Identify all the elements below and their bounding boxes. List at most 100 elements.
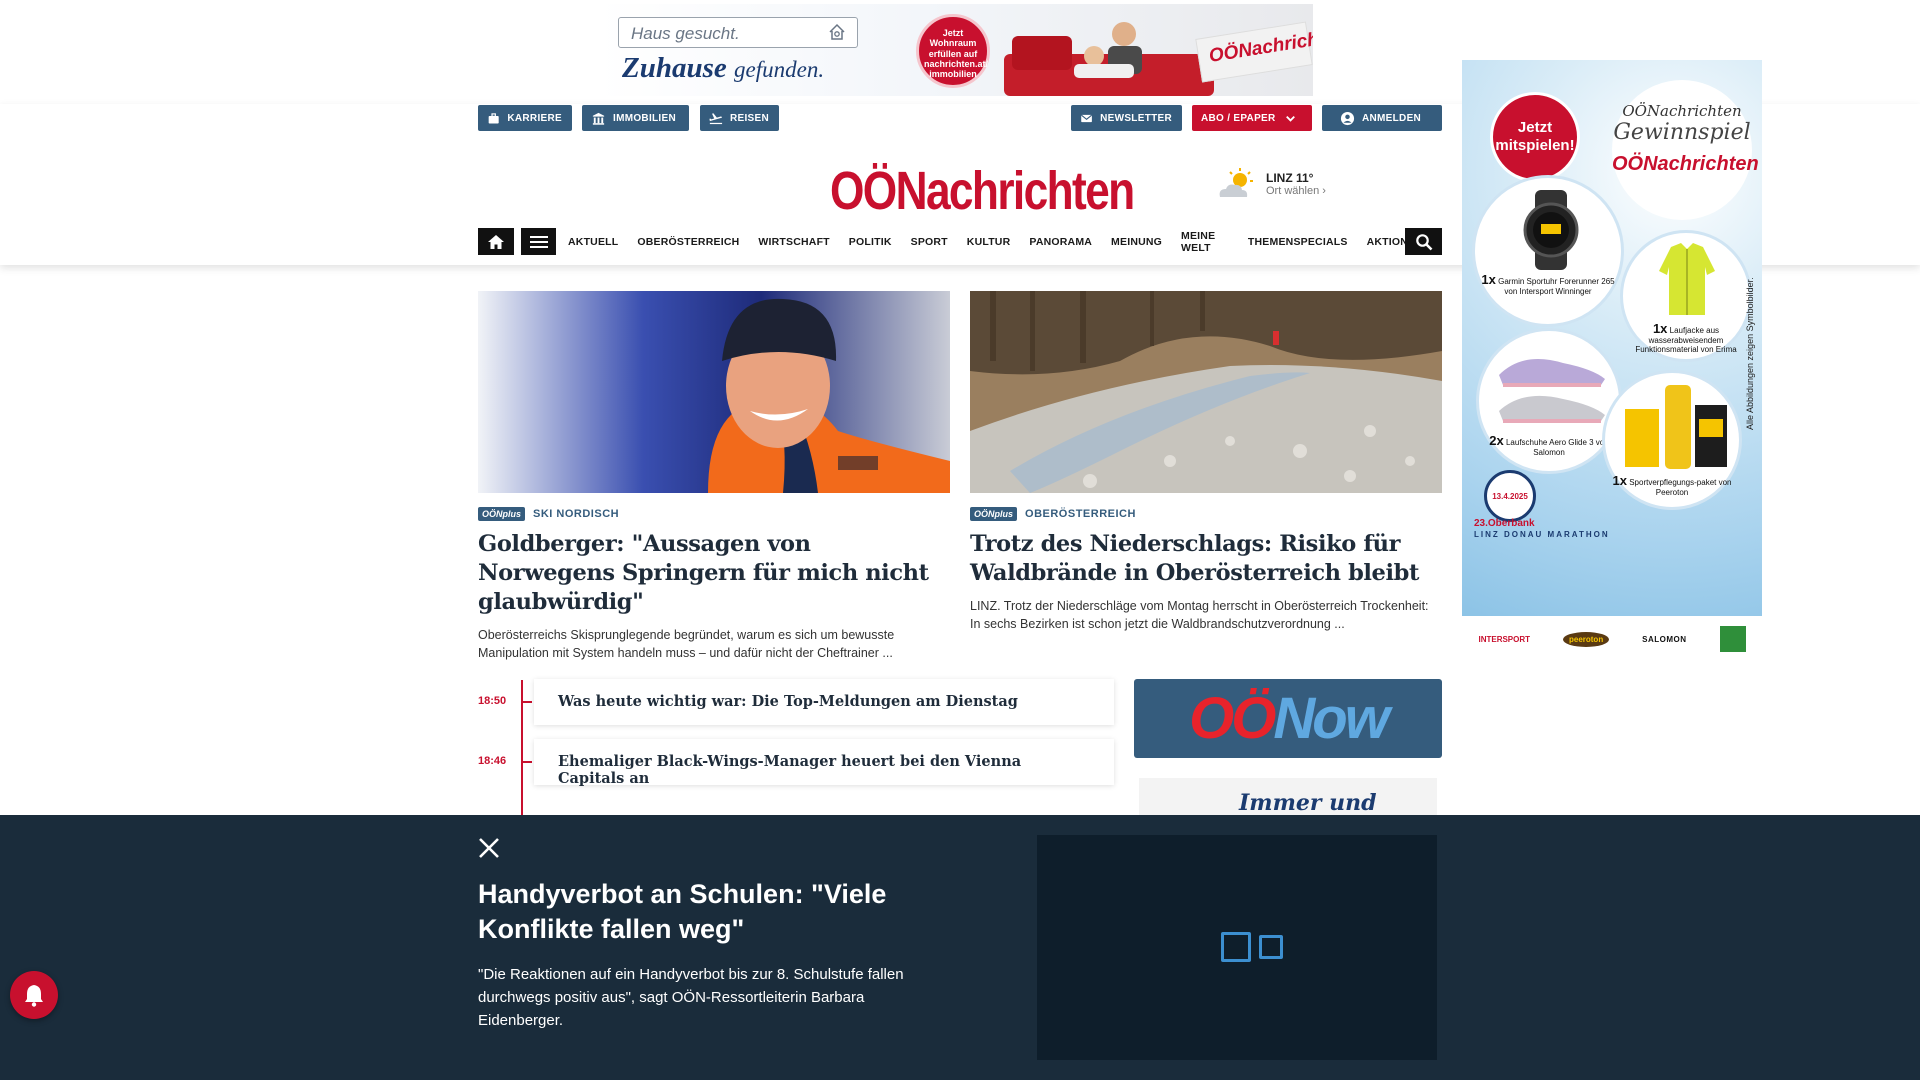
anmelden-button[interactable]: ANMELDEN	[1322, 105, 1442, 131]
marathon-subtitle: LINZ DONAU MARATHON	[1474, 530, 1610, 539]
nav-item-kultur[interactable]: KULTUR	[967, 236, 1011, 248]
loading-spinner-icon	[1259, 935, 1283, 959]
article-headline[interactable]: Trotz des Niederschlags: Risiko für Wald…	[970, 530, 1442, 588]
nav-item-panorama[interactable]: PANORAMA	[1029, 236, 1092, 248]
ticker-item[interactable]: 18:50 Was heute wichtig war: Die Top-Mel…	[478, 679, 1114, 725]
loading-spinner-icon	[1221, 932, 1251, 962]
oonow-banner[interactable]: OÖ Now	[1134, 679, 1442, 758]
sponsor-peeroton: peeroton	[1562, 631, 1610, 647]
nav-item-meine-welt[interactable]: MEINE WELT	[1181, 230, 1229, 254]
building-icon	[592, 112, 605, 125]
home-icon	[488, 234, 504, 249]
immobilien-button[interactable]: IMMOBILIEN	[582, 105, 689, 131]
site-logo[interactable]: OÖNachrichten	[830, 160, 1135, 222]
ad-gewinnspiel-title: OÖNachrichten Gewinnspiel OÖNachrichten	[1612, 80, 1759, 220]
house-icon	[829, 23, 845, 40]
prize-text: Sportverpflegungs-paket von Peeroton	[1629, 478, 1732, 497]
main-navigation: AKTUELL OBERÖSTERREICH WIRTSCHAFT POLITI…	[478, 228, 1442, 255]
ad-gewinnspiel-label: Gewinnspiel	[1613, 120, 1751, 145]
ad-badge: Jetzt Wohnraum erfüllen auf nachrichten.…	[916, 14, 990, 88]
ticker-dash	[522, 701, 532, 703]
anmelden-label: ANMELDEN	[1362, 112, 1422, 124]
sponsor-intersport: INTERSPORT	[1478, 634, 1531, 644]
prize-qty: 1x	[1612, 473, 1627, 488]
ad-search-text: Haus gesucht.	[631, 24, 740, 43]
ad-family-sofa-image	[1004, 22, 1214, 96]
newsletter-button[interactable]: NEWSLETTER	[1071, 105, 1182, 131]
prize-text: Garmin Sportuhr Forerunner 265 von Inter…	[1498, 277, 1615, 296]
nav-item-meinung[interactable]: MEINUNG	[1111, 236, 1162, 248]
jacket-icon	[1659, 243, 1715, 315]
article-kicker[interactable]: OBERÖSTERREICH	[1025, 508, 1136, 520]
close-icon[interactable]	[478, 837, 500, 859]
immer-ueberall-banner[interactable]: Immer und überall	[1139, 778, 1437, 818]
menu-button[interactable]	[521, 228, 556, 255]
article-meta: OÖNplus SKI NORDISCH	[478, 507, 950, 521]
nav-item-themenspecials[interactable]: THEMENSPECIALS	[1248, 236, 1348, 248]
user-icon	[1340, 111, 1355, 125]
chevron-right-icon: ›	[1322, 185, 1326, 197]
prize-text: Laufjacke aus wasserabweisendem Funktion…	[1635, 326, 1737, 354]
nav-item-wirtschaft[interactable]: WIRTSCHAFT	[758, 236, 829, 248]
abo-epaper-label: ABO / EPAPER	[1201, 112, 1276, 124]
karriere-label: KARRIERE	[507, 112, 562, 124]
ad-slogan-main: Zuhause	[622, 52, 727, 84]
article-image-skijumper[interactable]	[478, 291, 950, 493]
notification-bell-button[interactable]	[10, 971, 58, 1019]
karriere-button[interactable]: KARRIERE	[478, 105, 572, 131]
bell-icon	[25, 985, 43, 1007]
prize-qty: 1x	[1652, 321, 1668, 336]
ticker-time: 18:46	[478, 755, 507, 767]
briefcase-icon	[488, 112, 499, 124]
oonow-now: Now	[1273, 686, 1389, 751]
mail-icon	[1081, 114, 1092, 122]
nutrition-pack-icon	[1625, 385, 1727, 469]
hamburger-icon	[529, 235, 548, 248]
nav-item-oberoesterreich[interactable]: OBERÖSTERREICH	[637, 236, 739, 248]
oon-plus-badge: OÖNplus	[478, 507, 526, 521]
watch-icon	[1523, 190, 1579, 270]
oon-plus-badge: OÖNplus	[970, 507, 1018, 521]
top-ad-banner[interactable]: Haus gesucht. Zuhause gefunden. Jetzt Wo…	[598, 4, 1313, 96]
weather-widget[interactable]: LINZ 11° Ort wählen ›	[1216, 167, 1346, 207]
home-button[interactable]	[478, 228, 514, 255]
nav-item-politik[interactable]: POLITIK	[849, 236, 892, 248]
weather-choose-label: Ort wählen	[1266, 185, 1320, 197]
overlay-teaser: "Die Reaktionen auf ein Handyverbot bis …	[478, 966, 904, 1029]
prize-qty: 1x	[1481, 272, 1496, 287]
article-image-dry-riverbed[interactable]	[970, 291, 1442, 493]
ad-jetzt-badge: Jetzt mitspielen!	[1490, 92, 1580, 182]
article-card[interactable]: OÖNplus SKI NORDISCH Goldberger: "Aussag…	[478, 291, 950, 662]
ticker-headline[interactable]: Was heute wichtig war: Die Top-Meldungen…	[534, 679, 1114, 725]
ad-prize-jacket: 1x Laufjacke aus wasserabweisendem Funkt…	[1620, 230, 1752, 362]
weather-city-temp: LINZ 11°	[1266, 171, 1314, 185]
video-overlay-panel: Handyverbot an Schulen: "Viele Konflikte…	[0, 815, 1920, 1080]
ticker-dash	[522, 761, 532, 763]
ticker-headline[interactable]: Ehemaliger Black-Wings-Manager heuert be…	[534, 739, 1114, 787]
ad-sponsors: INTERSPORT peeroton SALOMON	[1462, 624, 1762, 654]
search-button[interactable]	[1405, 228, 1442, 255]
abo-epaper-button[interactable]: ABO / EPAPER	[1192, 105, 1312, 131]
video-player[interactable]	[1037, 835, 1437, 1060]
partly-cloudy-icon	[1219, 168, 1253, 197]
sponsor-salomon: SALOMON	[1642, 634, 1687, 644]
nav-item-sport[interactable]: SPORT	[911, 236, 948, 248]
article-kicker[interactable]: SKI NORDISCH	[533, 508, 619, 520]
page: Haus gesucht. Zuhause gefunden. Jetzt Wo…	[0, 0, 1920, 1080]
weather-choose-location[interactable]: Ort wählen ›	[1266, 185, 1326, 197]
immobilien-label: IMMOBILIEN	[613, 112, 676, 124]
article-card[interactable]: OÖNplus OBERÖSTERREICH Trotz des Nieders…	[970, 291, 1442, 633]
search-icon	[1415, 233, 1432, 250]
ad-brand-top: OÖNachrichten	[1622, 102, 1742, 120]
nav-items: AKTUELL OBERÖSTERREICH WIRTSCHAFT POLITI…	[568, 228, 1442, 255]
airplane-icon	[709, 112, 723, 124]
side-ad-gewinnspiel[interactable]: Jetzt mitspielen! OÖNachrichten Gewinnsp…	[1462, 60, 1762, 616]
oonow-oo: OÖ	[1189, 686, 1276, 751]
reisen-button[interactable]: REISEN	[700, 105, 779, 131]
sponsor-erima-logo	[1719, 626, 1746, 652]
overlay-headline[interactable]: Handyverbot an Schulen: "Viele Konflikte…	[478, 877, 938, 947]
nav-item-aktuell[interactable]: AKTUELL	[568, 236, 618, 248]
article-headline[interactable]: Goldberger: "Aussagen von Norwegens Spri…	[478, 530, 950, 617]
article-teaser: Oberösterreichs Skisprunglegende begründ…	[478, 628, 895, 660]
ticker-item[interactable]: 18:46 Ehemaliger Black-Wings-Manager heu…	[478, 739, 1114, 787]
